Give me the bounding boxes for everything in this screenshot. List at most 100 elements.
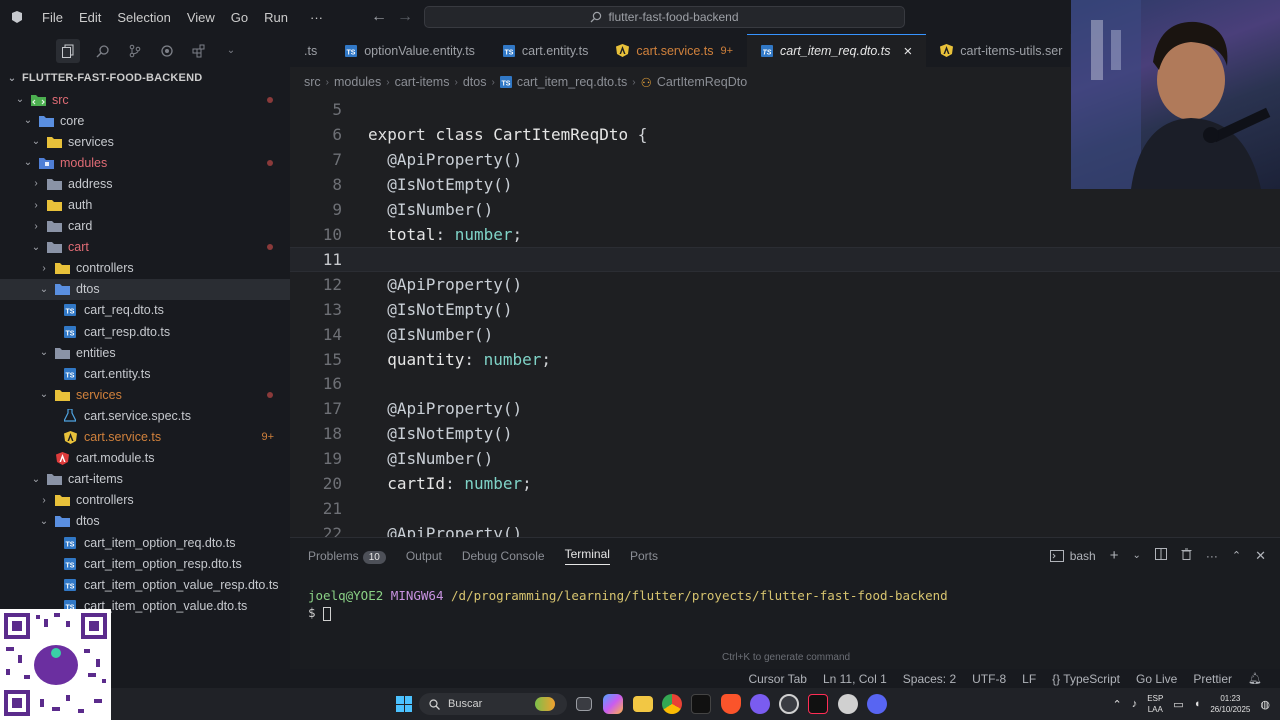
tree-file[interactable]: TS cart_item_option_resp.dto.ts <box>0 553 290 574</box>
menu-edit[interactable]: Edit <box>71 0 109 34</box>
code-line[interactable]: 15 quantity: number; <box>290 347 1280 372</box>
tiktok-icon[interactable] <box>808 694 828 714</box>
cursor-tab-status[interactable]: Cursor Tab <box>748 672 806 686</box>
go-live-button[interactable]: Go Live <box>1136 672 1177 686</box>
breadcrumb-item[interactable]: src <box>304 75 321 89</box>
tree-file[interactable]: TS cart.entity.ts <box>0 363 290 384</box>
tree-folder-address[interactable]: › address <box>0 173 290 194</box>
code-line[interactable]: 11 <box>290 246 1280 272</box>
editor-tab[interactable]: cart-items-utils.ser <box>926 34 1070 67</box>
tree-folder-core[interactable]: ⌄ core <box>0 110 290 131</box>
editor-tab[interactable]: cart.service.ts 9+ <box>602 34 747 67</box>
tree-folder-dtos[interactable]: ⌄ dtos <box>0 511 290 532</box>
extensions-icon[interactable] <box>190 42 208 60</box>
tree-folder-src[interactable]: ⌄ src <box>0 89 290 110</box>
tree-folder-services[interactable]: ⌄ services <box>0 131 290 152</box>
back-arrow-icon[interactable]: ← <box>366 8 392 26</box>
copilot-icon[interactable] <box>603 694 623 714</box>
obs-icon[interactable] <box>779 694 799 714</box>
panel-tab-output[interactable]: Output <box>406 549 442 563</box>
menu-view[interactable]: View <box>179 0 223 34</box>
tree-folder-controllers[interactable]: › controllers <box>0 258 290 279</box>
close-icon[interactable]: × <box>904 43 913 60</box>
chevron-down-icon[interactable]: ⌄ <box>222 42 240 60</box>
language-mode[interactable]: {} TypeScript <box>1052 672 1120 686</box>
microphone-icon[interactable]: ♪ <box>1132 698 1138 710</box>
tree-file[interactable]: TS cart_resp.dto.ts <box>0 321 290 342</box>
tree-folder-cart-items[interactable]: ⌄ cart-items <box>0 469 290 490</box>
notifications-icon[interactable]: ◍ <box>1260 698 1270 711</box>
menu-run[interactable]: Run <box>256 0 296 34</box>
more-menu-button[interactable]: ··· <box>302 0 331 34</box>
chevron-down-icon[interactable]: ⌄ <box>1132 550 1140 561</box>
indentation[interactable]: Spaces: 2 <box>903 672 956 686</box>
taskbar-search[interactable]: Buscar <box>419 693 567 715</box>
tree-file[interactable]: TS cart_req.dto.ts <box>0 300 290 321</box>
panel-tab-terminal[interactable]: Terminal <box>564 547 610 565</box>
network-icon[interactable]: ▭ <box>1173 698 1183 711</box>
close-panel-icon[interactable]: ✕ <box>1255 548 1266 564</box>
editor-tab[interactable]: TS optionValue.entity.ts <box>331 34 489 67</box>
breadcrumb-item[interactable]: cart-items <box>395 75 450 89</box>
tree-folder-controllers[interactable]: › controllers <box>0 490 290 511</box>
menu-selection[interactable]: Selection <box>109 0 178 34</box>
debug-icon[interactable] <box>158 42 176 60</box>
terminal-input-line[interactable]: $ <box>308 605 1280 621</box>
explorer-root-header[interactable]: ⌄ FLUTTER-FAST-FOOD-BACKEND <box>0 67 290 89</box>
editor-tab[interactable]: TS cart.entity.ts <box>489 34 602 67</box>
encoding[interactable]: UTF-8 <box>972 672 1006 686</box>
source-control-icon[interactable] <box>126 42 144 60</box>
code-line[interactable]: 13 @IsNotEmpty() <box>290 297 1280 322</box>
discord-icon[interactable] <box>867 694 887 714</box>
tree-folder-cart[interactable]: ⌄ cart <box>0 237 290 258</box>
prettier-status[interactable]: Prettier <box>1193 672 1232 686</box>
menu-file[interactable]: File <box>34 0 71 34</box>
tree-file[interactable]: TS cart_item_option_req.dto.ts <box>0 532 290 553</box>
line-ending[interactable]: LF <box>1022 672 1036 686</box>
windows-start-icon[interactable] <box>396 696 412 712</box>
forward-arrow-icon[interactable]: → <box>392 8 418 26</box>
code-line[interactable]: 17 @ApiProperty() <box>290 396 1280 421</box>
chrome-icon[interactable] <box>662 694 682 714</box>
menu-go[interactable]: Go <box>223 0 256 34</box>
code-line[interactable]: 18 @IsNotEmpty() <box>290 421 1280 446</box>
code-line[interactable]: 20 cartId: number; <box>290 471 1280 496</box>
code-line[interactable]: 16 <box>290 371 1280 396</box>
volume-icon[interactable]: ◖ <box>1194 698 1201 710</box>
split-terminal-icon[interactable] <box>1154 548 1167 563</box>
tree-folder-modules[interactable]: ⌄ modules <box>0 152 290 173</box>
code-line[interactable]: 19 @IsNumber() <box>290 446 1280 471</box>
search-icon[interactable] <box>94 42 112 60</box>
code-line[interactable]: 9 @IsNumber() <box>290 197 1280 222</box>
tree-file[interactable]: cart.module.ts <box>0 448 290 469</box>
code-line[interactable]: 12 @ApiProperty() <box>290 272 1280 297</box>
terminal-app-icon[interactable] <box>691 694 711 714</box>
tree-folder-dtos[interactable]: ⌄ dtos <box>0 278 290 300</box>
code-line[interactable]: 21 <box>290 496 1280 521</box>
maximize-panel-icon[interactable]: ⌃ <box>1232 549 1241 562</box>
tree-folder-entities[interactable]: ⌄ entities <box>0 342 290 363</box>
tree-folder-auth[interactable]: › auth <box>0 194 290 215</box>
code-line[interactable]: 10 total: number; <box>290 222 1280 247</box>
new-terminal-icon[interactable]: + <box>1110 547 1119 564</box>
file-explorer-icon[interactable] <box>633 696 653 712</box>
breadcrumb-item[interactable]: CartItemReqDto <box>657 75 747 89</box>
breadcrumb-item[interactable]: cart_item_req.dto.ts <box>517 75 627 89</box>
breadcrumb-item[interactable]: dtos <box>463 75 487 89</box>
bell-icon[interactable]: 🔔︎ <box>1248 672 1262 685</box>
brave-icon[interactable] <box>721 694 741 714</box>
terminal-output[interactable]: joelq@YOE2 MINGW64 /d/programming/learni… <box>290 588 1280 621</box>
code-line[interactable]: 14 @IsNumber() <box>290 322 1280 347</box>
app-icon-purple[interactable] <box>750 694 770 714</box>
command-search-box[interactable]: flutter-fast-food-backend <box>424 6 905 28</box>
editor-tab[interactable]: TS cart_item_req.dto.ts × <box>747 34 927 67</box>
trash-icon[interactable] <box>1181 548 1192 563</box>
task-view-icon[interactable] <box>576 697 592 711</box>
tree-file[interactable]: TS cart_item_option_value_resp.dto.ts <box>0 574 290 595</box>
tree-file[interactable]: cart.service.spec.ts <box>0 405 290 426</box>
code-line[interactable]: 22 @ApiProperty() <box>290 521 1280 537</box>
panel-tab-problems[interactable]: Problems 10 <box>308 549 386 564</box>
chatgpt-icon[interactable] <box>838 694 858 714</box>
language-indicator[interactable]: ESP LAA <box>1147 693 1163 715</box>
tree-file[interactable]: cart.service.ts 9+ <box>0 427 290 448</box>
